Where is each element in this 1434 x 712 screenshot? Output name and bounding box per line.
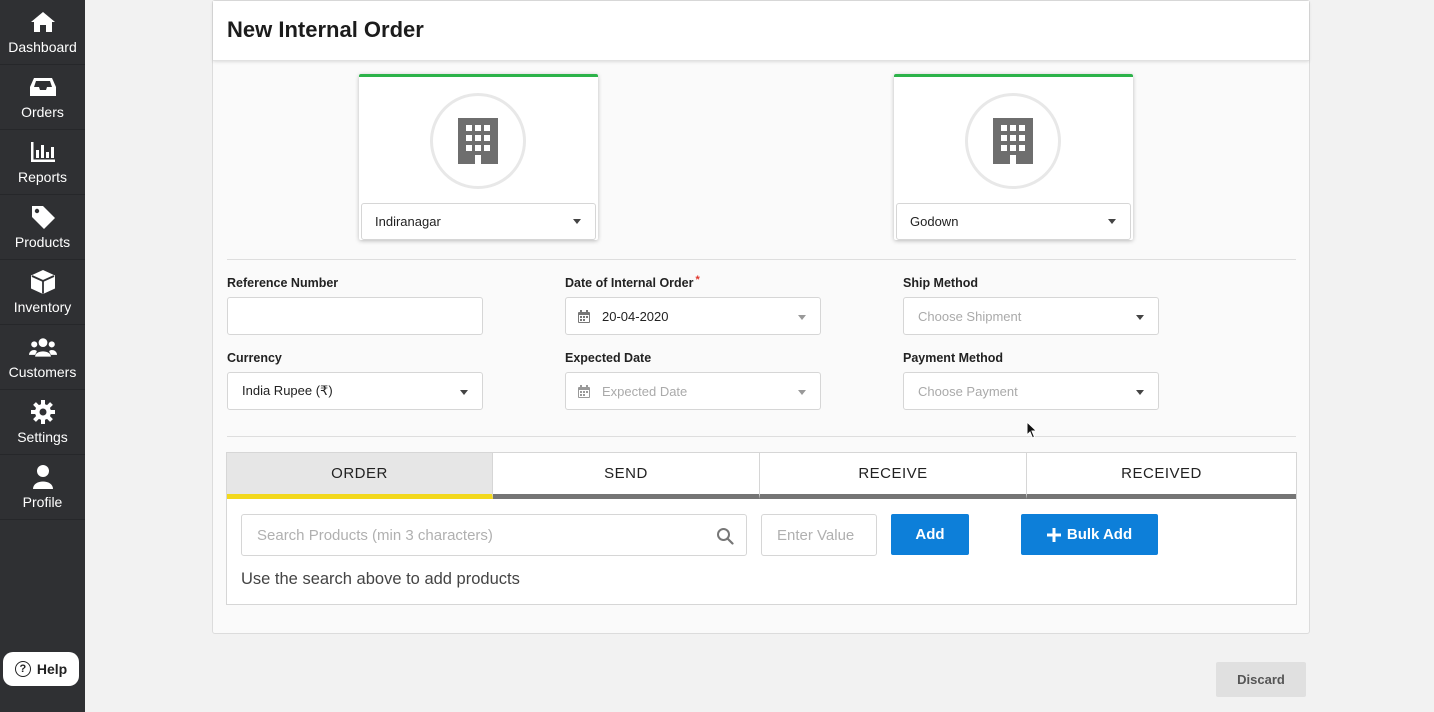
tab-send[interactable]: SEND [493,453,760,499]
bulk-add-button-label: Bulk Add [1066,526,1133,543]
tab-receive[interactable]: RECEIVE [760,453,1027,499]
destination-location-select[interactable]: Godown [896,203,1131,240]
sidebar-item-label: Customers [8,364,77,380]
sidebar-item-dashboard[interactable]: Dashboard [0,0,85,65]
sidebar-item-orders[interactable]: Orders [0,65,85,130]
help-button[interactable]: ? Help [3,652,79,686]
reference-number-label: Reference Number [227,276,339,290]
box-icon [29,269,57,295]
users-icon [28,334,57,360]
bulk-add-button[interactable]: Bulk Add [1021,514,1158,555]
sidebar-item-reports[interactable]: Reports [0,130,85,195]
bar-chart-icon [29,139,57,165]
sidebar-item-label: Settings [17,429,68,445]
empty-products-hint: Use the search above to add products [241,570,520,588]
question-icon: ? [14,661,31,677]
payment-method-label: Payment Method [903,351,1004,365]
tab-order[interactable]: ORDER [227,453,493,499]
help-label: Help [36,661,68,677]
product-search-box [241,514,747,556]
source-location-value: Indiranagar [375,214,441,229]
divider [227,259,1296,260]
required-marker: * [695,274,700,286]
currency-select[interactable]: India Rupee (₹) [227,372,483,410]
caret-down-icon [1108,219,1116,224]
date-label-text: Date of Internal Order [565,276,694,290]
page-title: New Internal Order [227,17,424,42]
reference-number-input[interactable] [227,297,483,335]
calendar-icon [578,309,590,323]
card-header: New Internal Order [213,1,1309,61]
currency-label: Currency [227,351,282,365]
inbox-icon [29,74,57,100]
internal-order-card: New Internal Order Indiranagar Godown Re… [212,0,1310,634]
building-icon-circle [430,93,526,189]
sidebar-item-settings[interactable]: Settings [0,390,85,455]
sidebar-item-inventory[interactable]: Inventory [0,260,85,325]
date-label: Date of Internal Order * [565,274,700,290]
ship-method-label: Ship Method [903,276,978,290]
product-search-input[interactable] [242,515,682,555]
payment-method-placeholder: Choose Payment [918,383,1018,399]
payment-method-select[interactable]: Choose Payment [903,372,1159,410]
expected-date-label: Expected Date [565,351,652,365]
add-button-label: Add [915,526,945,543]
date-value: 20-04-2020 [602,308,669,324]
sidebar-item-label: Orders [21,104,64,120]
home-icon [29,9,57,35]
caret-down-icon [798,390,806,395]
building-icon [993,118,1033,164]
user-icon [29,464,57,490]
sidebar-item-label: Profile [22,494,63,510]
tab-label: RECEIVE [858,465,928,482]
destination-location-value: Godown [910,214,959,229]
tag-icon [29,204,57,230]
sidebar-item-label: Reports [17,169,68,185]
tab-label: ORDER [331,465,388,482]
discard-button-label: Discard [1237,672,1285,687]
discard-button[interactable]: Discard [1216,662,1306,697]
sidebar-item-products[interactable]: Products [0,195,85,260]
mouse-cursor-icon [1026,421,1038,439]
divider [227,436,1296,437]
sidebar-item-profile[interactable]: Profile [0,455,85,520]
calendar-icon [578,384,590,398]
source-location-card: Indiranagar [359,74,598,240]
tab-received[interactable]: RECEIVED [1027,453,1296,499]
value-input[interactable] [762,515,872,555]
caret-down-icon [573,219,581,224]
caret-down-icon [1136,390,1144,395]
expected-date-picker[interactable]: Expected Date [565,372,821,410]
caret-down-icon [460,390,468,395]
caret-down-icon [798,315,806,320]
value-box [761,514,877,556]
order-tabs-panel: ORDER SEND RECEIVE RECEIVED Add Bulk Add… [226,452,1297,605]
add-button[interactable]: Add [891,514,969,555]
sidebar: Dashboard Orders Reports Products Invent… [0,0,85,712]
sidebar-item-label: Dashboard [8,39,77,55]
plus-icon [1046,527,1061,542]
sidebar-item-label: Inventory [13,299,72,315]
tab-label: SEND [604,465,648,482]
sidebar-item-customers[interactable]: Customers [0,325,85,390]
search-icon[interactable] [716,527,734,545]
gear-icon [29,399,57,425]
destination-location-card: Godown [894,74,1133,240]
building-icon [458,118,498,164]
caret-down-icon [1136,315,1144,320]
building-icon-circle [965,93,1061,189]
date-picker[interactable]: 20-04-2020 [565,297,821,335]
source-location-select[interactable]: Indiranagar [361,203,596,240]
ship-method-select[interactable]: Choose Shipment [903,297,1159,335]
expected-date-placeholder: Expected Date [602,383,688,399]
tab-label: RECEIVED [1121,465,1202,482]
currency-value: India Rupee (₹) [242,383,333,398]
ship-method-placeholder: Choose Shipment [918,308,1022,324]
sidebar-item-label: Products [14,234,71,250]
